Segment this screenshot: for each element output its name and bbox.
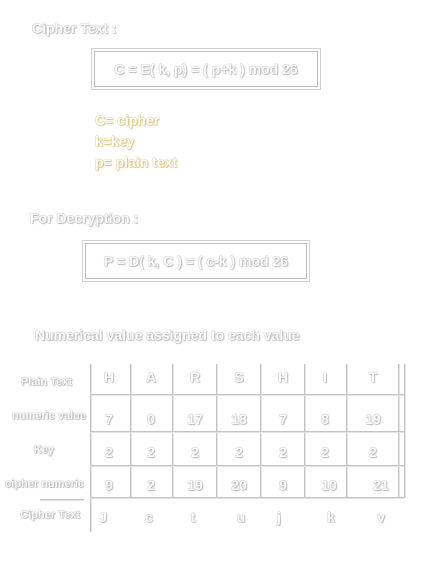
table-heading: Numerical value assigned to each value xyxy=(35,327,300,343)
decryption-heading: For Decryption : xyxy=(30,210,139,226)
variable-cipher: C= cipher xyxy=(95,112,160,128)
table-cell: j xyxy=(277,509,281,525)
table-cell: v xyxy=(377,509,385,525)
row-label-key: Key xyxy=(33,444,54,456)
table-cell: u xyxy=(236,509,246,525)
row-label-cipher-numeric: cipher numeric xyxy=(5,478,84,490)
table-cell: A xyxy=(145,369,157,385)
row-label-plain-text: Plain Text xyxy=(20,376,72,388)
table-cell: c xyxy=(145,509,153,525)
variable-plain-text: p= plain text xyxy=(95,154,178,170)
table-cell: 2 xyxy=(321,444,329,460)
table-cell: R xyxy=(189,369,201,385)
table-cell: 8 xyxy=(321,411,329,427)
table-cell: 0 xyxy=(147,411,155,427)
table-cell: t xyxy=(190,509,196,525)
table-cell: 2 xyxy=(279,444,287,460)
table-cell: 19 xyxy=(365,411,381,427)
table-cell: 7 xyxy=(279,411,287,427)
table-cell: 18 xyxy=(231,411,247,427)
encryption-formula-box: C = E( k, p) = ( p+k ) mod 26 xyxy=(94,51,318,87)
table-cell: 9 xyxy=(105,477,113,493)
row-label-cipher-text: Cipher Text xyxy=(20,509,80,521)
table-cell: 2 xyxy=(235,444,243,460)
table-cell: 20 xyxy=(231,477,247,493)
table-cell: k xyxy=(327,509,335,525)
table-cell: 17 xyxy=(187,411,203,427)
decryption-formula-box: P = D( k, C ) = ( c-k ) mod 26 xyxy=(85,243,307,279)
table-cell: 2 xyxy=(147,477,155,493)
table-cell: T xyxy=(368,369,378,385)
table-cell: 10 xyxy=(321,477,337,493)
table-cell: 2 xyxy=(369,444,377,460)
encryption-formula: C = E( k, p) = ( p+k ) mod 26 xyxy=(114,61,298,77)
table-cell: H xyxy=(277,369,289,385)
table-cell: H xyxy=(103,369,115,385)
cipher-heading: Cipher Text : xyxy=(32,20,117,36)
decryption-formula: P = D( k, C ) = ( c-k ) mod 26 xyxy=(103,253,289,269)
table-cell: S xyxy=(234,369,244,385)
table-cell: 9 xyxy=(279,477,287,493)
table-cell: J xyxy=(99,509,107,525)
table-cell: 2 xyxy=(105,444,113,460)
table-cell: 7 xyxy=(105,411,113,427)
table-cell: I xyxy=(323,369,327,385)
variable-key: k=key xyxy=(95,133,135,149)
table-cell: 19 xyxy=(187,477,203,493)
table-cell: 2 xyxy=(147,444,155,460)
table-cell: 21 xyxy=(373,477,389,493)
row-label-numeric-value: numeric value xyxy=(12,410,86,422)
table-cell: 2 xyxy=(191,444,199,460)
